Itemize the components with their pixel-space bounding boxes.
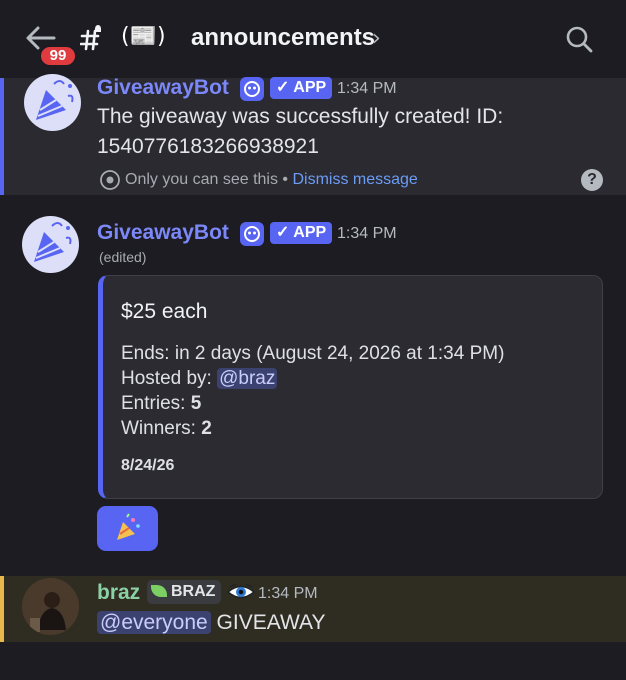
message-line: The giveaway was successfully created! I…: [97, 105, 504, 128]
everyone-mention[interactable]: @everyone: [97, 611, 211, 634]
entries-label: Entries:: [121, 393, 191, 414]
message-text: GIVEAWAY: [210, 611, 326, 634]
host-mention[interactable]: @braz: [217, 368, 278, 389]
hosted-by-label: Hosted by:: [121, 368, 218, 389]
search-icon[interactable]: [565, 25, 593, 53]
separator: •: [277, 171, 293, 188]
entries-line: Entries: 5: [121, 393, 201, 415]
user-photo: [22, 578, 79, 635]
winners-label: Winners:: [121, 418, 202, 439]
giveawaybot-avatar[interactable]: [24, 74, 81, 131]
hosted-by-line: Hosted by: @braz: [121, 368, 278, 390]
giveawaybot-avatar[interactable]: [22, 216, 79, 273]
unread-badge: 99: [38, 44, 78, 68]
author-name[interactable]: GiveawayBot: [97, 221, 229, 245]
channel-hash-icon: [80, 25, 101, 51]
channel-emoji: (📰): [121, 24, 166, 49]
ephemeral-message[interactable]: GiveawayBot ✓ APP 1:34 PM The giveaway w…: [0, 74, 626, 195]
channel-header: 99 (📰) announcements ›: [0, 0, 626, 78]
author-name[interactable]: GiveawayBot: [97, 76, 229, 100]
channel-name[interactable]: announcements: [191, 24, 375, 52]
ephemeral-note: Only you can see this • Dismiss message: [125, 171, 418, 189]
giveaway-id: 1540776183266938921: [97, 135, 319, 158]
party-popper-icon: [34, 222, 72, 262]
entries-value: 5: [190, 393, 202, 414]
timestamp: 1:34 PM: [337, 225, 397, 242]
author-name[interactable]: braz: [97, 581, 140, 605]
app-tag: ✓ APP: [270, 77, 333, 99]
winners-line: Winners: 2: [121, 418, 212, 440]
dismiss-message-link[interactable]: Dismiss message: [292, 171, 417, 188]
user-message[interactable]: braz BRAZ 1:34 PM @everyone GIVEAWAY: [0, 576, 626, 642]
app-tag: ✓ APP: [270, 222, 333, 244]
party-popper-icon: [117, 513, 140, 540]
guild-tag-label: BRAZ: [171, 583, 216, 600]
edited-label: (edited): [99, 249, 147, 265]
embed-footer-date: 8/24/26: [121, 457, 175, 474]
help-icon[interactable]: ?: [581, 169, 603, 191]
guild-tag[interactable]: BRAZ: [147, 580, 222, 604]
eye-emoji-icon: [226, 583, 256, 599]
enter-giveaway-button[interactable]: [97, 506, 158, 551]
visibility-text: Only you can see this: [125, 171, 278, 188]
leaf-icon: [151, 585, 167, 597]
party-popper-icon: [36, 80, 74, 120]
timestamp: 1:34 PM: [258, 585, 318, 602]
timestamp: 1:34 PM: [337, 80, 397, 97]
braz-avatar[interactable]: [22, 578, 79, 635]
eye-icon: [100, 170, 120, 190]
giveaway-embed: $25 each Ends: in 2 days (August 24, 202…: [98, 275, 603, 499]
chevron-right-icon[interactable]: ›: [372, 26, 381, 51]
bot-role-icon: [240, 222, 264, 246]
message-content: @everyone GIVEAWAY: [97, 608, 325, 637]
winners-value: 2: [201, 418, 212, 439]
bot-role-icon: [240, 77, 264, 101]
ends-line: Ends: in 2 days (August 24, 2026 at 1:34…: [121, 343, 505, 364]
embed-title: $25 each: [121, 300, 208, 323]
